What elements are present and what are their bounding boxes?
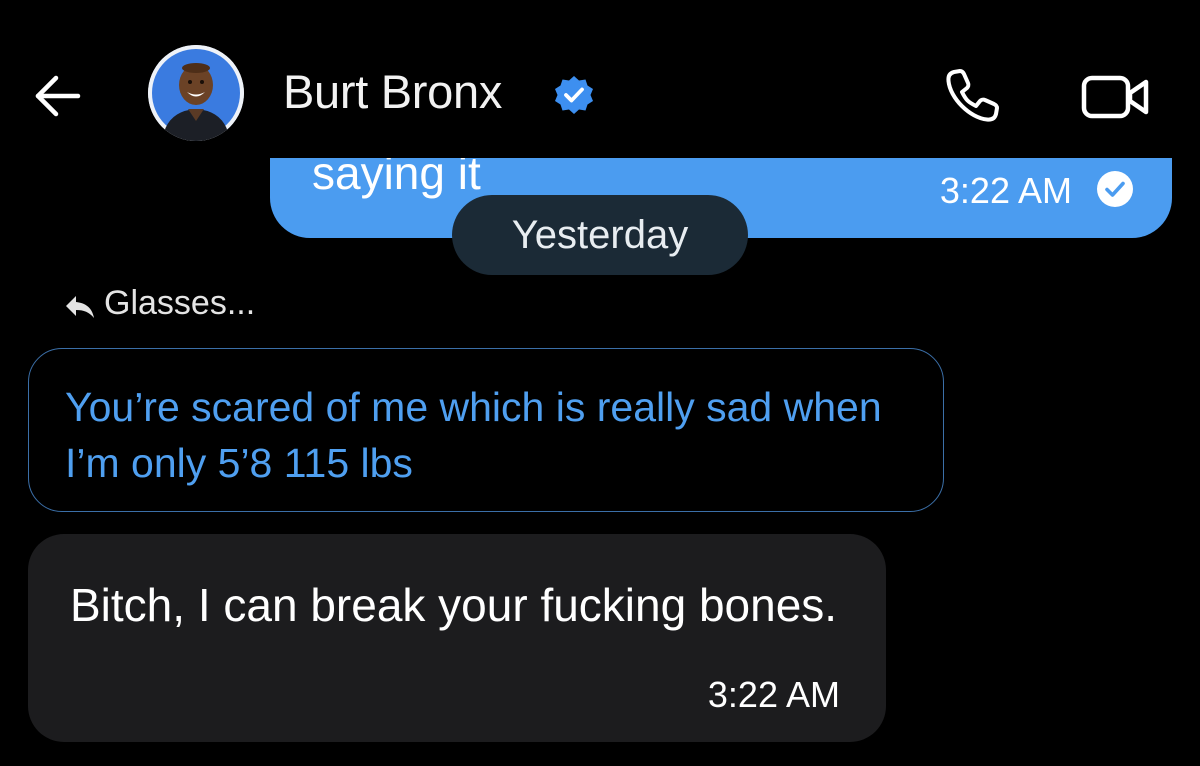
phone-icon [946, 69, 999, 122]
back-arrow-icon [35, 75, 81, 117]
outgoing-message-text: saying it [312, 158, 481, 199]
chat-header: Burt Bronx [0, 0, 1200, 160]
quoted-message-bubble[interactable]: You’re scared of me which is really sad … [28, 348, 944, 512]
date-separator: Yesterday [452, 195, 748, 275]
outgoing-message-time: 3:22 AM [939, 170, 1072, 211]
reply-arrow-icon [66, 296, 94, 318]
video-camera-icon [1081, 75, 1149, 119]
incoming-message-text: Bitch, I can break your fucking bones. [70, 579, 838, 631]
incoming-message-time: 3:22 AM [707, 674, 840, 715]
verified-badge-icon [555, 76, 593, 114]
back-button[interactable] [30, 68, 86, 124]
read-check-icon [1097, 171, 1133, 207]
incoming-message-bubble[interactable]: Bitch, I can break your fucking bones. 3… [28, 534, 886, 742]
call-button[interactable] [940, 64, 1004, 128]
video-call-button[interactable] [1078, 66, 1154, 126]
message-list[interactable]: saying it 3:22 AM Yesterday Glasses... Y… [0, 158, 1200, 766]
contact-name[interactable]: Burt Bronx [283, 64, 502, 119]
reply-label: Glasses... [104, 284, 256, 322]
quoted-message-text: You’re scared of me which is really sad … [65, 384, 882, 486]
avatar[interactable] [148, 45, 244, 141]
verified-badge [553, 74, 595, 116]
avatar-photo [148, 45, 244, 141]
